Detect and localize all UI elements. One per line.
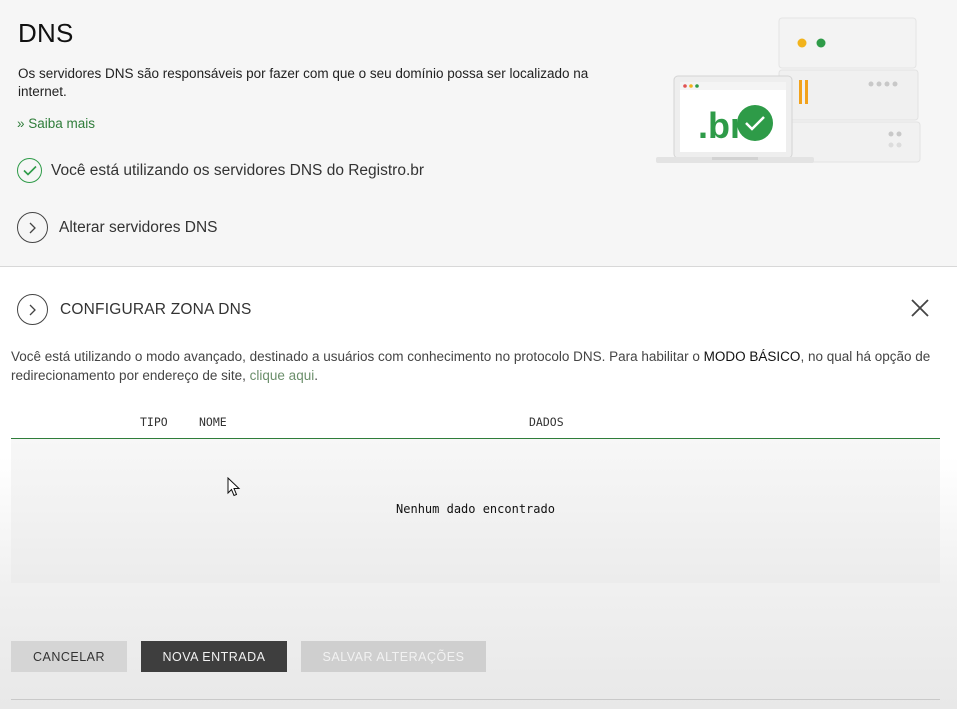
mouse-cursor-icon — [227, 477, 241, 497]
br-logo-text: .br — [698, 105, 744, 146]
close-button[interactable] — [908, 296, 932, 320]
column-header-dados[interactable]: DADOS — [529, 415, 564, 429]
advanced-mode-notice: Você está utilizando o modo avançado, de… — [11, 347, 931, 385]
chevron-right-icon — [17, 294, 48, 325]
save-changes-button[interactable]: SALVAR ALTERAÇÕES — [301, 641, 486, 672]
table-header: TIPO NOME DADOS — [11, 410, 940, 439]
new-entry-button[interactable]: NOVA ENTRADA — [141, 641, 287, 672]
close-icon — [911, 299, 929, 317]
dns-zone-title: CONFIGURAR ZONA DNS — [60, 300, 252, 318]
dns-zone-panel: CONFIGURAR ZONA DNS Você está utilizando… — [0, 266, 957, 709]
dns-zone-toggle[interactable]: CONFIGURAR ZONA DNS — [17, 294, 252, 325]
dns-section: DNS Os servidores DNS são responsáveis p… — [0, 0, 957, 266]
dns-illustration: .br — [648, 14, 938, 174]
notice-text: . — [314, 368, 318, 383]
click-here-link[interactable]: clique aqui — [250, 368, 315, 383]
column-header-nome[interactable]: NOME — [199, 415, 227, 429]
divider — [11, 699, 940, 700]
basic-mode-label: MODO BÁSICO — [703, 349, 801, 364]
cancel-button[interactable]: CANCELAR — [11, 641, 127, 672]
dns-status-text: Você está utilizando os servidores DNS d… — [51, 161, 425, 179]
notice-text: Você está utilizando o modo avançado, de… — [11, 349, 704, 364]
empty-table-message: Nenhum dado encontrado — [396, 502, 555, 516]
column-header-tipo[interactable]: TIPO — [140, 415, 168, 429]
learn-more-link[interactable]: » Saiba mais — [17, 116, 95, 131]
dns-description: Os servidores DNS são responsáveis por f… — [18, 66, 589, 99]
table-body: Nenhum dado encontrado — [11, 439, 940, 583]
check-circle-icon — [17, 158, 42, 183]
change-dns-servers-toggle[interactable]: Alterar servidores DNS — [17, 212, 218, 243]
change-dns-servers-label: Alterar servidores DNS — [59, 218, 218, 236]
page-title: DNS — [18, 18, 74, 48]
dns-status: Você está utilizando os servidores DNS d… — [17, 158, 424, 183]
chevron-right-icon — [17, 212, 48, 243]
